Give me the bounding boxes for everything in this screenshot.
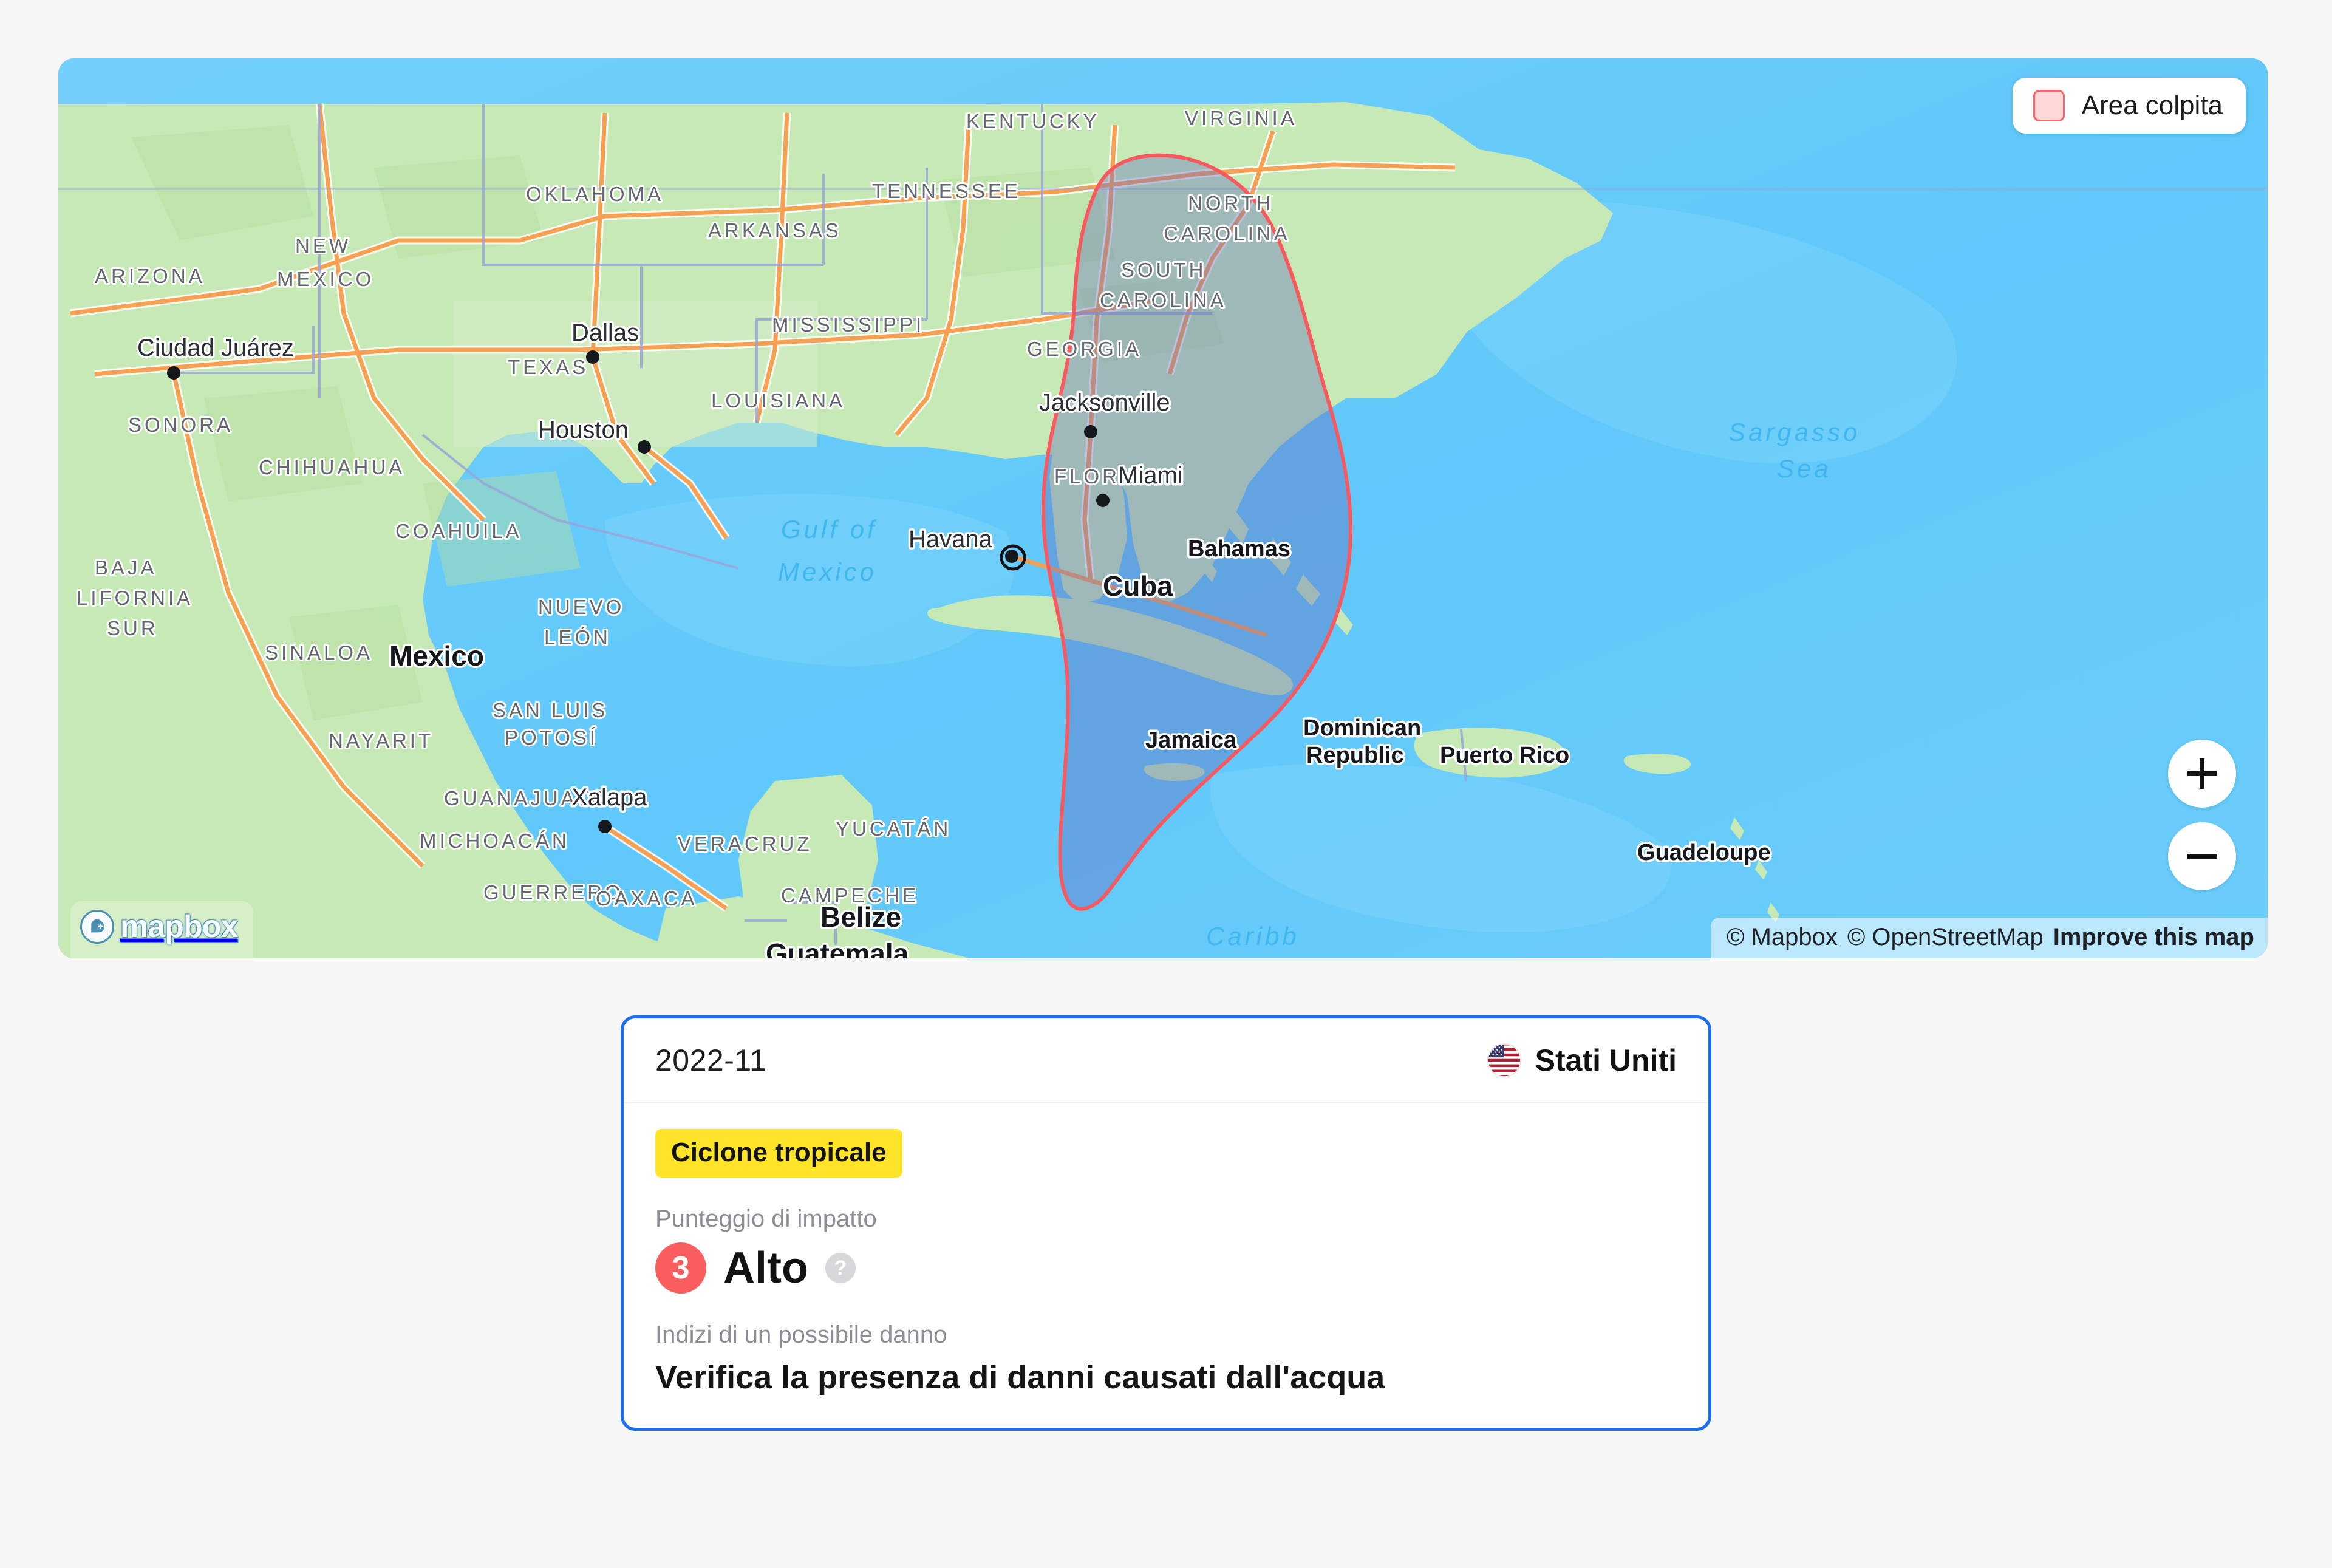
map-label-state: TEXAS bbox=[508, 356, 588, 378]
map-zoom-controls bbox=[2168, 740, 2236, 890]
map-city-dot bbox=[1005, 550, 1018, 563]
help-icon[interactable]: ? bbox=[825, 1253, 856, 1283]
map-label-state: SINALOA bbox=[265, 641, 373, 664]
map-label-island: Bahamas bbox=[1188, 536, 1290, 562]
map-label-state: ARIZONA bbox=[95, 265, 205, 287]
map-label-city: Jacksonville bbox=[1039, 389, 1170, 416]
country-name: Stati Uniti bbox=[1535, 1043, 1677, 1077]
map-label-state: YUCATÁN bbox=[836, 817, 951, 840]
map-label-island: Dominican bbox=[1303, 715, 1421, 741]
map-label-state: TENNESSEE bbox=[872, 180, 1021, 202]
map-city-dot bbox=[598, 820, 612, 833]
map-label-state: NAYARIT bbox=[329, 729, 434, 752]
map-label-country: Belize bbox=[820, 901, 901, 933]
map-label-country: Mexico bbox=[389, 640, 484, 672]
map-label-sea: Sea bbox=[1777, 454, 1832, 483]
mapbox-mark-icon bbox=[80, 910, 114, 944]
map-label-state: MICHOACÁN bbox=[420, 830, 570, 852]
map-label-city: Dallas bbox=[571, 319, 639, 346]
map-city-dot bbox=[1084, 425, 1097, 438]
map-label-state: OAXACA bbox=[596, 887, 698, 910]
map-label-state: CHIHUAHUA bbox=[259, 456, 405, 479]
attribution-osm-link[interactable]: © OpenStreetMap bbox=[1847, 924, 2044, 951]
map-label-city: Houston bbox=[538, 417, 629, 443]
card-body: Ciclone tropicale Punteggio di impatto 3… bbox=[624, 1103, 1708, 1428]
event-date: 2022-11 bbox=[655, 1043, 767, 1077]
map-label-city: Xalapa bbox=[571, 784, 647, 811]
hazard-type-badge: Ciclone tropicale bbox=[655, 1129, 902, 1178]
map-city-dot bbox=[167, 366, 180, 380]
mapbox-logo[interactable]: mapbox bbox=[70, 901, 254, 958]
zoom-in-button[interactable] bbox=[2168, 740, 2236, 808]
map-label-state: VIRGINIA bbox=[1185, 107, 1297, 129]
map-label-state: SAN LUIS bbox=[493, 699, 608, 721]
map-city-dot bbox=[1096, 494, 1110, 507]
map-label-state: ARKANSAS bbox=[708, 219, 842, 242]
map-label-sea: Caribb bbox=[1206, 922, 1300, 950]
page-root: ARIZONA NEW MEXICO OKLAHOMA ARKANSAS TEXAS MIS… bbox=[0, 0, 2332, 1568]
map-label-state: SOUTH bbox=[1121, 259, 1207, 281]
map-label-state: NEW bbox=[295, 234, 351, 257]
map-label-state: NUEVO bbox=[538, 596, 624, 618]
minus-icon bbox=[2187, 841, 2217, 871]
map-label-state: LOUISIANA bbox=[711, 389, 845, 412]
map-label-state: SONORA bbox=[128, 414, 233, 436]
card-header: 2022-11 Stati Uniti bbox=[624, 1018, 1708, 1103]
map-label-state: BAJA bbox=[95, 556, 157, 579]
map-label-state: NORTH bbox=[1188, 192, 1274, 214]
us-flag-icon bbox=[1487, 1043, 1521, 1078]
map-panel[interactable]: ARIZONA NEW MEXICO OKLAHOMA ARKANSAS TEXAS MIS… bbox=[58, 58, 2268, 958]
map-label-state: POTOSÍ bbox=[505, 726, 598, 749]
map-label-sea: Sargasso bbox=[1728, 418, 1860, 446]
map-label-island: Republic bbox=[1306, 743, 1403, 768]
map-label-country: Guatemala bbox=[766, 938, 909, 958]
map-label-state: GEORGIA bbox=[1027, 338, 1142, 360]
map-label-island: Puerto Rico bbox=[1440, 743, 1569, 768]
map-label-island: Jamaica bbox=[1145, 728, 1237, 753]
map-label-state: COAHUILA bbox=[395, 520, 522, 542]
map-label-country: Cuba bbox=[1103, 570, 1173, 602]
attribution-improve-link[interactable]: Improve this map bbox=[2053, 924, 2254, 951]
map-label-state: OKLAHOMA bbox=[526, 183, 664, 205]
damage-hint-text: Verifica la presenza di danni causati da… bbox=[655, 1359, 1385, 1396]
impact-score-bubble: 3 bbox=[655, 1242, 706, 1294]
zoom-out-button[interactable] bbox=[2168, 822, 2236, 890]
map-label-state: CAROLINA bbox=[1100, 289, 1227, 312]
attribution-mapbox-link[interactable]: © Mapbox bbox=[1727, 924, 1838, 951]
map-label-sea: Gulf of bbox=[781, 515, 878, 544]
country-badge: Stati Uniti bbox=[1487, 1043, 1677, 1078]
affected-area-swatch-icon bbox=[2033, 90, 2065, 121]
map-label-state: VERACRUZ bbox=[678, 833, 813, 855]
map-label-state: MISSISSIPPI bbox=[772, 313, 924, 336]
map-label-state: LEÓN bbox=[544, 626, 611, 649]
map-city-dot bbox=[638, 440, 651, 454]
impact-score-row: 3 Alto ? bbox=[655, 1242, 1677, 1294]
map-label-state: LIFORNIA bbox=[77, 587, 193, 609]
map-label-sea: Mexico bbox=[778, 557, 877, 586]
map-city-dot bbox=[586, 350, 599, 364]
map-label-island: Guadeloupe bbox=[1637, 840, 1771, 865]
map-label-city: Miami bbox=[1118, 462, 1183, 489]
map-label-state: CAROLINA bbox=[1164, 222, 1290, 245]
map-attribution: © Mapbox © OpenStreetMap Improve this ma… bbox=[1710, 918, 2268, 958]
map-canvas[interactable]: ARIZONA NEW MEXICO OKLAHOMA ARKANSAS TEXAS MIS… bbox=[58, 58, 2268, 958]
impact-score-word: Alto bbox=[723, 1244, 808, 1292]
damage-hint-label: Indizi di un possibile danno bbox=[655, 1321, 947, 1348]
map-label-city: Havana bbox=[909, 526, 993, 553]
mapbox-wordmark: mapbox bbox=[120, 909, 238, 944]
legend-label: Area colpita bbox=[2081, 90, 2223, 120]
event-info-card: 2022-11 Stati Uniti Ciclone tropicale Pu… bbox=[621, 1015, 1711, 1431]
map-legend: Area colpita bbox=[2012, 78, 2246, 134]
map-label-state: MEXICO bbox=[277, 268, 374, 290]
impact-score-label: Punteggio di impatto bbox=[655, 1205, 877, 1232]
map-label-state: KENTUCKY bbox=[966, 110, 1100, 132]
map-label-state: SUR bbox=[107, 617, 159, 639]
plus-icon bbox=[2187, 758, 2217, 789]
map-label-city: Ciudad Juárez bbox=[137, 335, 294, 361]
